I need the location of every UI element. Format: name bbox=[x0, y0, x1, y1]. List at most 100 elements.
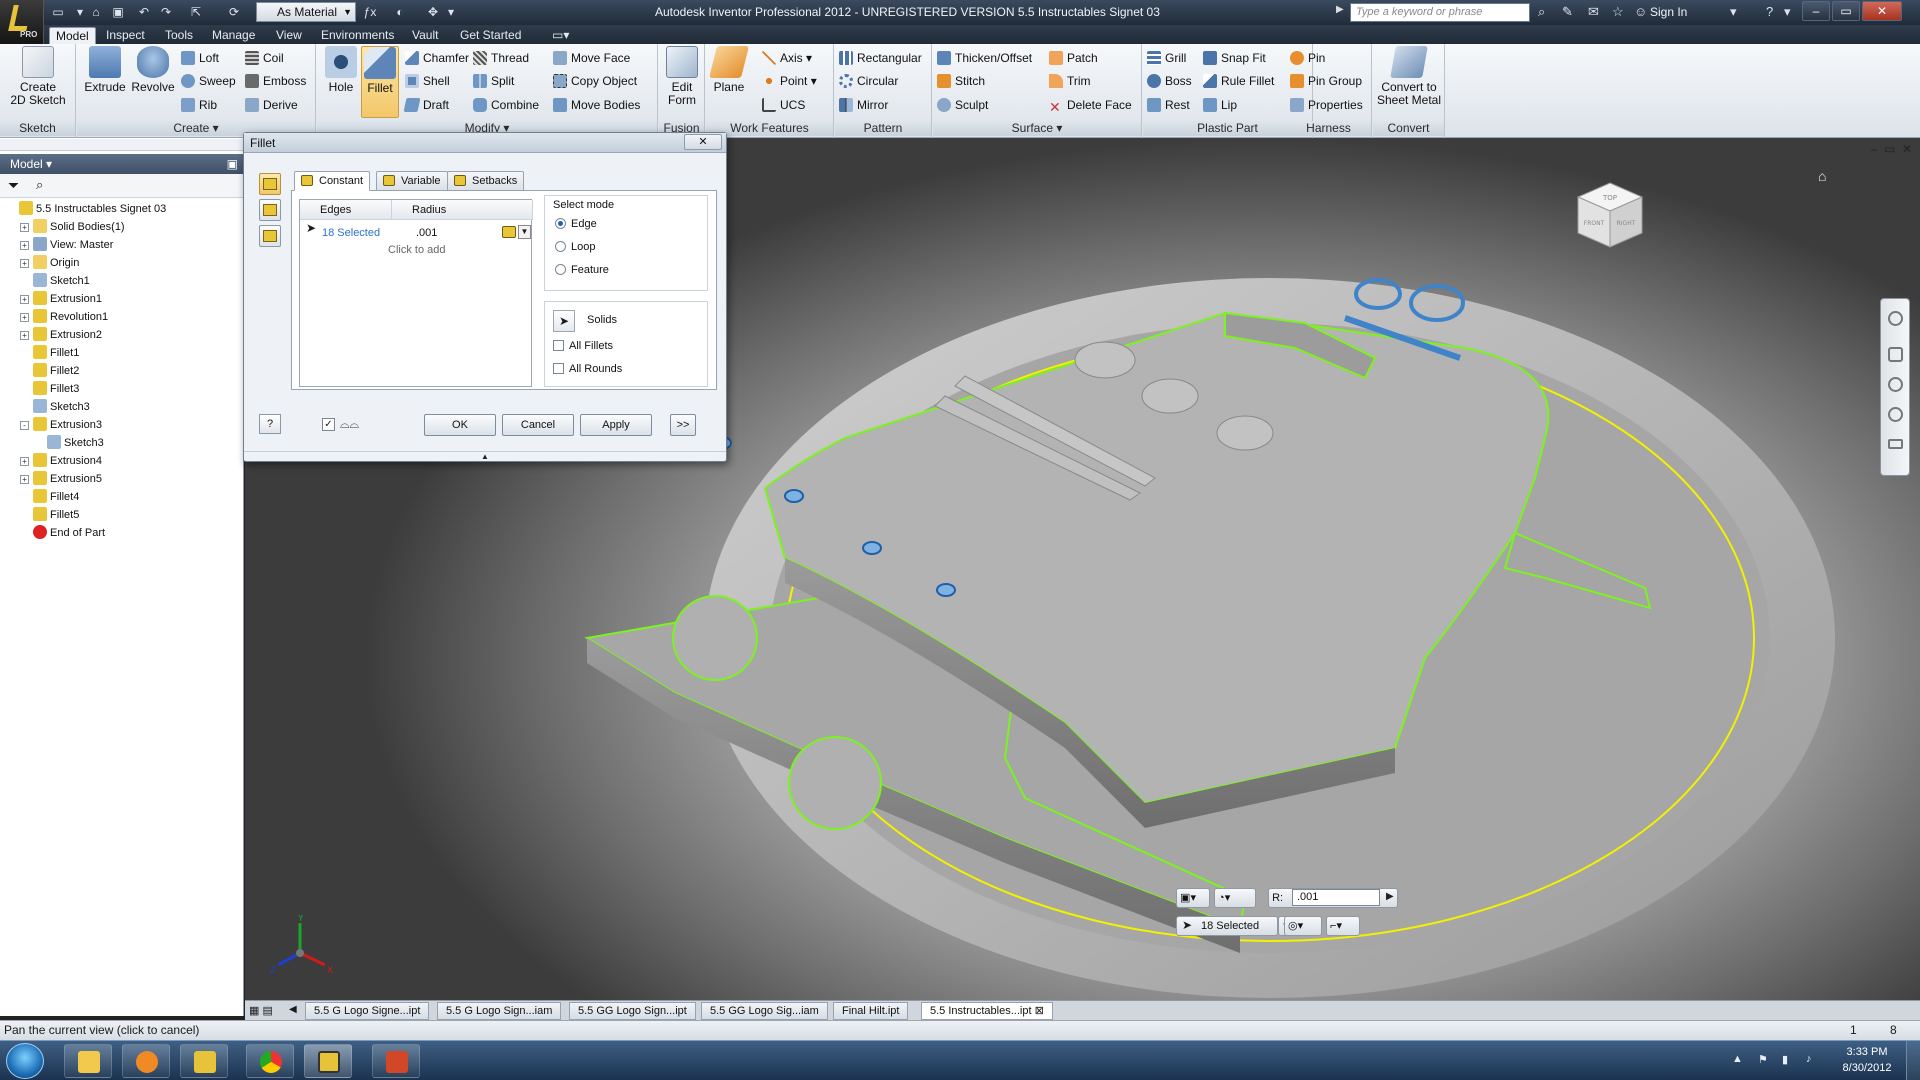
fillet-button[interactable]: Fillet bbox=[361, 46, 399, 118]
thicken-offset-button[interactable]: Thicken/Offset bbox=[937, 49, 1032, 67]
action-center-icon[interactable]: ⚑ bbox=[1758, 1053, 1772, 1067]
tree-item[interactable]: + Origin bbox=[20, 254, 79, 272]
viewport-window-controls[interactable]: – ▭ ✕ bbox=[1871, 142, 1912, 156]
open-icon[interactable]: ⌂ bbox=[88, 4, 104, 20]
expand-icon[interactable]: + bbox=[20, 259, 29, 268]
edge-fillet-type-button[interactable] bbox=[259, 173, 281, 195]
radius-input[interactable]: .001 bbox=[1292, 889, 1380, 906]
apply-button[interactable]: Apply bbox=[580, 414, 652, 436]
convert-to-sheet-metal-button[interactable]: Convert to Sheet Metal bbox=[1375, 46, 1443, 107]
browser-help-icon[interactable]: ▣ bbox=[227, 154, 238, 174]
help-icon[interactable]: ? bbox=[1766, 4, 1773, 19]
tab-view[interactable]: View bbox=[270, 27, 308, 45]
boss-button[interactable]: Boss bbox=[1147, 72, 1192, 90]
rectangular-pattern-button[interactable]: Rectangular bbox=[839, 49, 922, 67]
create-2d-sketch-button[interactable]: Create 2D Sketch bbox=[4, 46, 72, 107]
expand-icon[interactable]: + bbox=[20, 223, 29, 232]
fillet-type-button[interactable]: ⌐▾ bbox=[1326, 916, 1360, 936]
doc-tab[interactable]: 5.5 G Logo Signe...ipt bbox=[305, 1002, 430, 1020]
steering-wheel-icon[interactable] bbox=[1888, 311, 1903, 326]
plane-button[interactable]: Plane bbox=[709, 46, 749, 94]
tab-environments[interactable]: Environments bbox=[315, 27, 400, 45]
doc-tab[interactable]: 5.5 GG Logo Sign...ipt bbox=[569, 1002, 696, 1020]
edges-selected-cell[interactable]: 18 Selected bbox=[322, 227, 380, 239]
radius-dropdown-button[interactable]: ▼ bbox=[518, 225, 531, 239]
derive-button[interactable]: Derive bbox=[245, 96, 298, 114]
collapse-icon[interactable]: - bbox=[20, 421, 29, 430]
move-face-button[interactable]: Move Face bbox=[553, 49, 630, 67]
edit-form-button[interactable]: Edit Form bbox=[663, 46, 701, 107]
grill-button[interactable]: Grill bbox=[1147, 49, 1186, 67]
ok-button[interactable]: OK bbox=[424, 414, 496, 436]
fillet-dialog-title-bar[interactable]: Fillet ✕ bbox=[244, 133, 726, 153]
split-button[interactable]: Split bbox=[473, 72, 514, 90]
close-button[interactable]: ✕ bbox=[1862, 1, 1902, 21]
emboss-button[interactable]: Emboss bbox=[245, 72, 306, 90]
expand-icon[interactable]: + bbox=[20, 475, 29, 484]
redo-icon[interactable]: ↷ bbox=[158, 4, 174, 20]
pan-icon[interactable] bbox=[1888, 347, 1903, 362]
find-icon[interactable]: ⌕ bbox=[36, 177, 43, 193]
select-mode-loop-radio[interactable]: Loop bbox=[555, 241, 595, 253]
hole-button[interactable]: Hole bbox=[323, 46, 359, 94]
edge-select-icon[interactable] bbox=[502, 226, 516, 238]
move-icon[interactable]: ✥ bbox=[425, 4, 441, 20]
tree-item[interactable]: + Extrusion2 bbox=[20, 326, 102, 344]
tree-item[interactable]: - Extrusion3 bbox=[20, 416, 102, 434]
all-fillets-checkbox[interactable]: All Fillets bbox=[553, 340, 613, 352]
tab-close-icon[interactable]: ⊠ bbox=[1035, 1005, 1044, 1017]
system-clock[interactable]: 3:33 PM 8/30/2012 bbox=[1832, 1044, 1902, 1076]
dialog-expand-grip[interactable]: ▲ bbox=[244, 451, 726, 461]
favorites-icon[interactable]: ☆ bbox=[1612, 4, 1624, 20]
tree-item[interactable]: + Solid Bodies(1) bbox=[20, 218, 125, 236]
tree-item[interactable]: Fillet5 bbox=[20, 506, 79, 524]
save-icon[interactable]: ▣ bbox=[110, 4, 126, 20]
expand-icon[interactable]: + bbox=[20, 241, 29, 250]
tree-item[interactable]: Sketch3 bbox=[34, 434, 104, 452]
solids-select-button[interactable]: ➤ bbox=[553, 310, 575, 332]
select-mode-feature-radio[interactable]: Feature bbox=[555, 264, 609, 276]
axis-button[interactable]: Axis ▾ bbox=[762, 49, 812, 67]
sign-in-link[interactable]: Sign In bbox=[1650, 5, 1687, 19]
sign-in-dropdown-icon[interactable]: ▾ bbox=[1730, 4, 1737, 20]
rib-button[interactable]: Rib bbox=[181, 96, 217, 114]
cancel-button[interactable]: Cancel bbox=[502, 414, 574, 436]
shell-button[interactable]: Shell bbox=[405, 72, 450, 90]
tree-item[interactable]: Sketch3 bbox=[20, 398, 90, 416]
tab-inspect[interactable]: Inspect bbox=[100, 27, 151, 45]
rule-fillet-button[interactable]: Rule Fillet bbox=[1203, 72, 1274, 90]
tree-item[interactable]: + Revolution1 bbox=[20, 308, 108, 326]
properties-button[interactable]: Properties bbox=[1290, 96, 1363, 114]
full-round-fillet-type-button[interactable] bbox=[259, 225, 281, 247]
all-rounds-checkbox[interactable]: All Rounds bbox=[553, 363, 622, 375]
combine-button[interactable]: Combine bbox=[473, 96, 539, 114]
click-to-add-row[interactable]: Click to add bbox=[388, 244, 445, 256]
powerpoint-taskbar-button[interactable] bbox=[372, 1044, 420, 1078]
doc-tab[interactable]: 5.5 G Logo Sign...iam bbox=[437, 1002, 562, 1020]
dialog-close-button[interactable]: ✕ bbox=[684, 134, 722, 150]
expand-icon[interactable]: + bbox=[20, 331, 29, 340]
browser-header[interactable]: Model ▾ ▣ bbox=[0, 154, 244, 174]
coil-button[interactable]: Coil bbox=[245, 49, 284, 67]
chamfer-button[interactable]: Chamfer bbox=[405, 49, 469, 67]
radius-arrow-icon[interactable]: ▶ bbox=[1386, 891, 1394, 902]
material-dropdown[interactable]: As Material ▼ bbox=[256, 2, 356, 22]
sweep-button[interactable]: Sweep bbox=[181, 72, 236, 90]
delete-face-button[interactable]: ✕ Delete Face bbox=[1049, 96, 1132, 114]
application-menu-button[interactable]: PRO bbox=[0, 0, 44, 44]
doc-tab-active[interactable]: 5.5 Instructables...ipt ⊠ bbox=[921, 1002, 1053, 1020]
view-cube[interactable]: TOP FRONT RIGHT bbox=[1570, 175, 1650, 255]
lip-button[interactable]: Lip bbox=[1203, 96, 1237, 114]
mirror-button[interactable]: Mirror bbox=[839, 96, 888, 114]
tree-item[interactable]: 5.5 Instructables Signet 03 bbox=[6, 200, 166, 218]
copy-object-button[interactable]: Copy Object bbox=[553, 72, 637, 90]
tray-expand-icon[interactable]: ▲ bbox=[1732, 1053, 1746, 1067]
look-at-icon[interactable] bbox=[1888, 439, 1903, 449]
explorer-taskbar-button[interactable] bbox=[64, 1044, 112, 1078]
extrude-button[interactable]: Extrude bbox=[83, 46, 127, 94]
tab-scroll-left-icon[interactable]: ◀ bbox=[289, 1004, 297, 1015]
tab-get-started[interactable]: Get Started bbox=[454, 27, 527, 45]
pin-group-button[interactable]: Pin Group bbox=[1290, 72, 1362, 90]
user-icon[interactable]: ☺ bbox=[1634, 4, 1647, 19]
qat-customize-icon[interactable]: ▾ bbox=[443, 4, 459, 20]
